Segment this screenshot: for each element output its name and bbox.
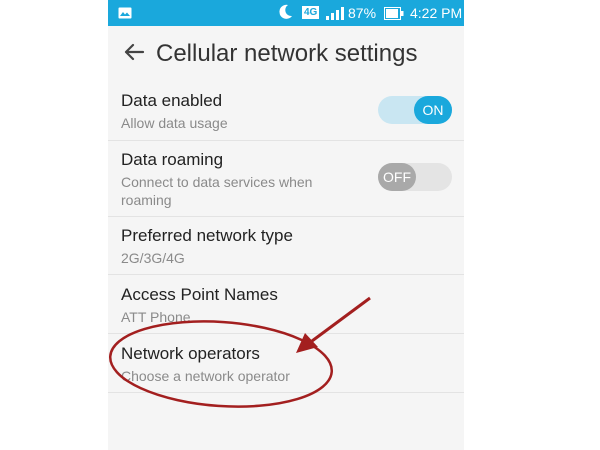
annotation-arrow xyxy=(311,296,371,343)
annotation-overlay xyxy=(108,296,371,408)
arrowhead-icon xyxy=(296,333,318,353)
highlight-ellipse xyxy=(108,320,334,408)
